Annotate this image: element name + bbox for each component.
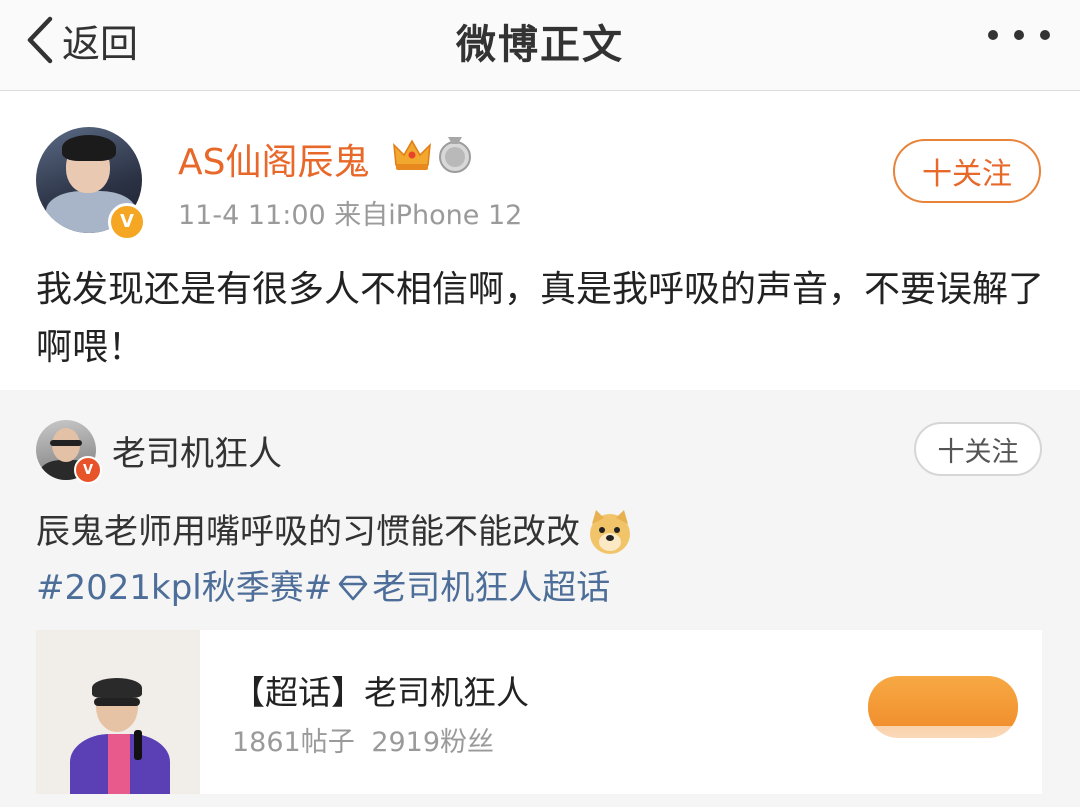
reposted-weibo[interactable]: V 老司机狂人 十关注 辰鬼老师用嘴呼吸的习惯能不能改改 #2021kpl秋季赛… [0,390,1080,807]
medal-icon [439,137,471,173]
repost-text: 辰鬼老师用嘴呼吸的习惯能不能改改 [36,512,580,552]
top-navigation-bar: 返回 微博正文 [0,0,1080,91]
more-dots-icon [988,30,998,40]
hashtag-link[interactable]: #2021kpl秋季赛# [36,560,332,616]
repost-follow-button[interactable]: 十关注 [914,422,1042,476]
supertopic-cover-image [36,630,200,794]
supertopic-card[interactable]: 【超话】老司机狂人 1861帖子 2919粉丝 [36,630,1042,794]
posts-count: 1861帖子 [232,727,355,758]
supertopic-link[interactable]: 老司机狂人超话 [372,560,610,616]
supertopic-title: 【超话】老司机狂人 [232,673,529,712]
post-meta: 11-4 11:00 来自iPhone 12 [178,200,523,231]
repost-content: 辰鬼老师用嘴呼吸的习惯能不能改改 [36,504,634,560]
weibo-post: V AS仙阁辰鬼 11-4 11:00 来自iPhone 12 十关注 我发现还… [0,91,1080,389]
author-name[interactable]: AS仙阁辰鬼 [178,133,369,185]
topic-links: #2021kpl秋季赛# 老司机狂人超话 [36,560,610,616]
verified-v-icon: V [108,203,146,241]
fans-count: 2919粉丝 [371,727,495,758]
supertopic-stats: 1861帖子 2919粉丝 [232,720,502,759]
repost-author-name[interactable]: 老司机狂人 [112,426,282,475]
page-title: 微博正文 [456,22,624,68]
diamond-icon [338,575,368,601]
crown-icon [393,139,431,170]
post-content: 我发现还是有很多人不相信啊，真是我呼吸的声音，不要误解了啊喂！ [36,269,1045,368]
doge-emoji-icon [590,510,630,554]
more-options-button[interactable] [988,20,1050,50]
follow-button[interactable]: 十关注 [893,139,1041,203]
verified-v-icon: V [74,456,102,484]
